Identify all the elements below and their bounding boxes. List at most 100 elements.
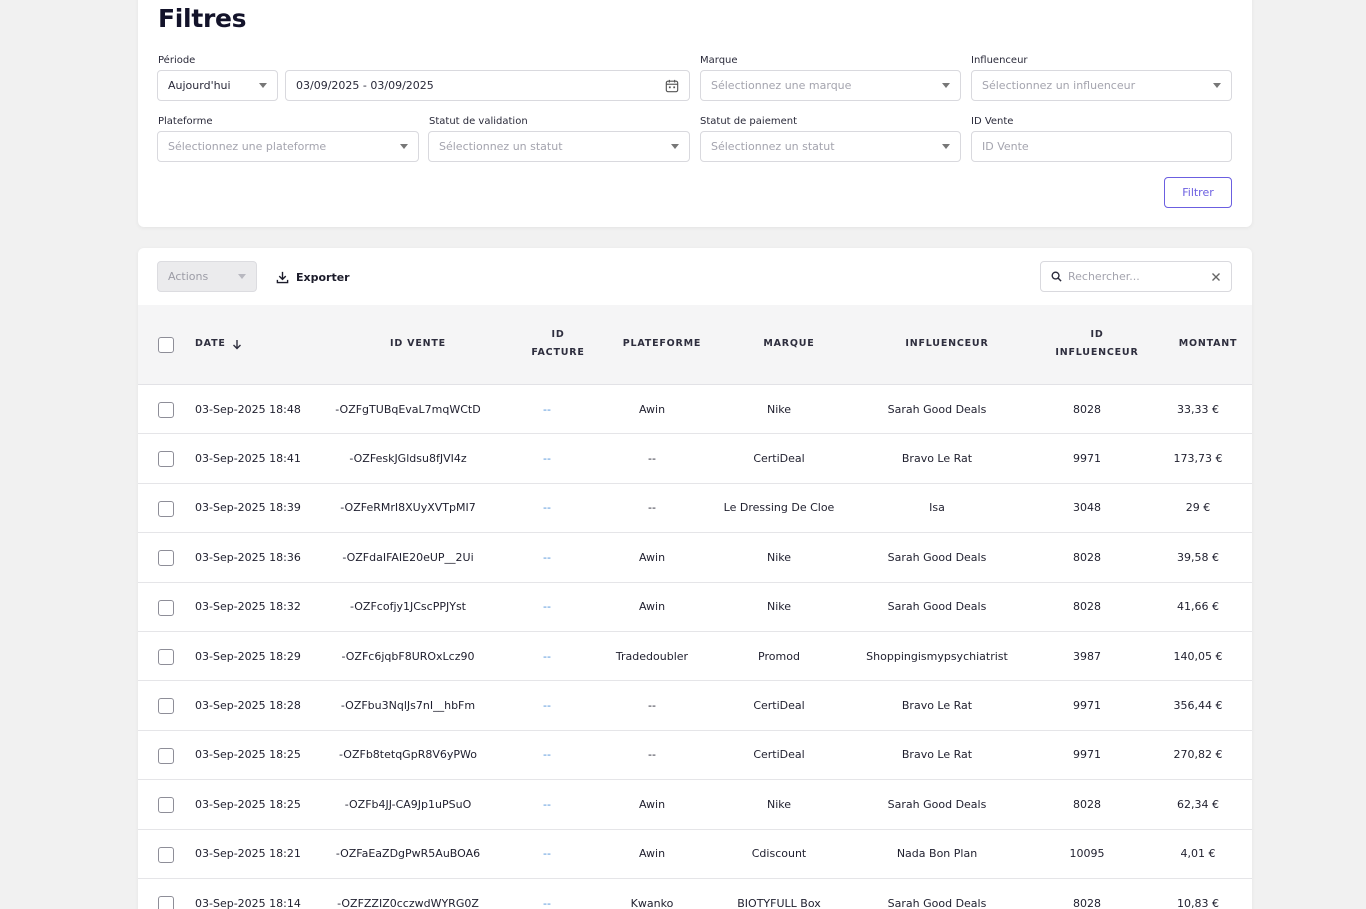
- calendar-icon[interactable]: [665, 79, 679, 93]
- chevron-down-icon: [238, 274, 246, 279]
- marque-select[interactable]: Sélectionnez une marque: [700, 70, 961, 101]
- search-placeholder: Rechercher...: [1068, 270, 1140, 283]
- cell-date: 03-Sep-2025 18:28: [195, 699, 301, 713]
- id-vente-placeholder: ID Vente: [982, 140, 1029, 153]
- table-row[interactable]: 03-Sep-2025 18:25 -OZFb8tetqGpR8V6yPWo -- -…: [138, 731, 1252, 781]
- column-header-id-facture[interactable]: ID Facture: [518, 326, 598, 362]
- cell-id-vente: -OZFaEaZDgPwR5AuBOA6: [335, 847, 481, 861]
- row-checkbox[interactable]: [158, 500, 174, 517]
- row-checkbox[interactable]: [158, 698, 174, 715]
- cell-montant: 41,66 €: [1177, 600, 1219, 614]
- clear-icon[interactable]: [1211, 272, 1221, 282]
- cell-montant: 173,73 €: [1173, 452, 1223, 466]
- cell-marque: CertiDeal: [753, 748, 805, 762]
- cell-montant: 4,01 €: [1180, 847, 1216, 861]
- row-checkbox[interactable]: [158, 599, 174, 616]
- column-header-date[interactable]: Date: [195, 335, 242, 353]
- column-header-marque[interactable]: Marque: [729, 335, 849, 353]
- actions-select[interactable]: Actions: [157, 261, 257, 292]
- date-range-input[interactable]: 03/09/2025 - 03/09/2025: [285, 70, 690, 101]
- statut-paiement-select[interactable]: Sélectionnez un statut: [700, 131, 961, 162]
- table-row[interactable]: 03-Sep-2025 18:28 -OZFbu3NqlJs7nI__hbFm --…: [138, 681, 1252, 731]
- row-checkbox[interactable]: [158, 896, 174, 909]
- table-row[interactable]: 03-Sep-2025 18:36 -OZFdaIFAIE20eUP__2Ui --…: [138, 533, 1252, 583]
- row-checkbox[interactable]: [158, 846, 174, 863]
- row-checkbox[interactable]: [158, 451, 174, 468]
- cell-marque: Nike: [766, 402, 792, 416]
- cell-date: 03-Sep-2025 18:32: [195, 600, 301, 614]
- column-header-influenceur[interactable]: Influenceur: [867, 335, 1027, 353]
- cell-id-facture: --: [543, 748, 551, 762]
- cell-montant: 356,44 €: [1173, 699, 1223, 713]
- cell-date: 03-Sep-2025 18:29: [195, 649, 301, 663]
- chevron-down-icon: [400, 144, 408, 149]
- table-row[interactable]: 03-Sep-2025 18:32 -OZFcofjy1JCscPPJYst -- A…: [138, 583, 1252, 632]
- cell-id-vente: -OZFdaIFAIE20eUP__2Ui: [342, 550, 474, 564]
- table-row[interactable]: 03-Sep-2025 18:21 -OZFaEaZDgPwR5AuBOA6 -- A…: [138, 830, 1252, 879]
- cell-marque: CertiDeal: [753, 699, 805, 713]
- cell-id-facture: --: [543, 402, 551, 416]
- actions-label: Actions: [168, 270, 209, 283]
- cell-id-influenceur: 9971: [1073, 452, 1101, 466]
- table-row[interactable]: 03-Sep-2025 18:25 -OZFb4JJ-CA9Jp1uPSuO -- A…: [138, 780, 1252, 830]
- cell-plateforme: --: [648, 699, 656, 713]
- cell-id-facture: --: [543, 649, 551, 663]
- cell-date: 03-Sep-2025 18:36: [195, 550, 301, 564]
- select-all-checkbox[interactable]: [158, 337, 174, 353]
- cell-montant: 62,34 €: [1177, 797, 1219, 811]
- table-row[interactable]: 03-Sep-2025 18:14 -OZFZZIZ0cczwdWYRG0Z -- K…: [138, 879, 1252, 909]
- periode-value: Aujourd'hui: [168, 79, 231, 92]
- cell-date: 03-Sep-2025 18:25: [195, 748, 301, 762]
- export-button[interactable]: Exporter: [276, 266, 350, 288]
- column-header-id-influenceur[interactable]: ID Influenceur: [1047, 326, 1147, 362]
- cell-id-influenceur: 8028: [1073, 797, 1101, 811]
- statut-validation-select[interactable]: Sélectionnez un statut: [428, 131, 690, 162]
- cell-id-vente: -OZFb8tetqGpR8V6yPWo: [339, 748, 477, 762]
- cell-id-vente: -OZFb4JJ-CA9Jp1uPSuO: [344, 797, 472, 811]
- periode-select[interactable]: Aujourd'hui: [157, 70, 278, 101]
- influenceur-placeholder: Sélectionnez un influenceur: [982, 79, 1136, 92]
- cell-id-influenceur: 8028: [1073, 550, 1101, 564]
- cell-id-facture: --: [543, 847, 551, 861]
- row-checkbox[interactable]: [158, 402, 174, 418]
- table-row[interactable]: 03-Sep-2025 18:29 -OZFc6jqbF8UROxLcz90 -- T…: [138, 632, 1252, 682]
- cell-id-vente: -OZFgTUBqEvaL7mqWCtD: [335, 402, 481, 416]
- filter-button[interactable]: Filtrer: [1164, 177, 1232, 208]
- sort-arrow-down-icon[interactable]: [232, 339, 242, 350]
- cell-id-facture: --: [543, 896, 551, 909]
- table-row[interactable]: 03-Sep-2025 18:39 -OZFeRMrI8XUyXVTpMI7 -- -…: [138, 484, 1252, 534]
- id-vente-input[interactable]: ID Vente: [971, 131, 1232, 162]
- row-checkbox[interactable]: [158, 649, 174, 665]
- plateforme-placeholder: Sélectionnez une plateforme: [168, 140, 327, 153]
- table-row[interactable]: 03-Sep-2025 18:48 -OZFgTUBqEvaL7mqWCtD -- A…: [138, 385, 1252, 435]
- influenceur-select[interactable]: Sélectionnez un influenceur: [971, 70, 1232, 101]
- statut-paiement-label: Statut de paiement: [700, 116, 797, 127]
- cell-plateforme: Awin: [638, 600, 666, 614]
- column-header-plateforme[interactable]: Plateforme: [612, 335, 712, 353]
- cell-marque: Promod: [758, 649, 800, 663]
- column-header-id-vente[interactable]: ID Vente: [334, 335, 502, 353]
- periode-label: Période: [158, 55, 196, 66]
- cell-montant: 140,05 €: [1173, 649, 1223, 663]
- cell-id-facture: --: [543, 699, 551, 713]
- cell-date: 03-Sep-2025 18:41: [195, 452, 301, 466]
- cell-id-vente: -OZFeskJGldsu8fJVI4z: [349, 452, 467, 466]
- row-checkbox[interactable]: [158, 550, 174, 567]
- column-header-montant[interactable]: Montant: [1168, 335, 1248, 353]
- influenceur-label: Influenceur: [971, 55, 1028, 66]
- plateforme-select[interactable]: Sélectionnez une plateforme: [157, 131, 419, 162]
- table-row[interactable]: 03-Sep-2025 18:41 -OZFeskJGldsu8fJVI4z -- -…: [138, 434, 1252, 484]
- row-checkbox[interactable]: [158, 747, 174, 764]
- cell-influenceur: Bravo Le Rat: [901, 452, 973, 466]
- cell-montant: 39,58 €: [1177, 550, 1219, 564]
- cell-plateforme: --: [648, 452, 656, 466]
- cell-date: 03-Sep-2025 18:39: [195, 501, 301, 515]
- marque-placeholder: Sélectionnez une marque: [711, 79, 852, 92]
- row-checkbox[interactable]: [158, 797, 174, 814]
- cell-id-influenceur: 8028: [1073, 896, 1101, 909]
- chevron-down-icon: [259, 83, 267, 88]
- cell-id-facture: --: [543, 550, 551, 564]
- cell-id-influenceur: 3987: [1073, 649, 1101, 663]
- search-input[interactable]: Rechercher...: [1040, 261, 1232, 292]
- cell-id-vente: -OZFeRMrI8XUyXVTpMI7: [340, 501, 476, 515]
